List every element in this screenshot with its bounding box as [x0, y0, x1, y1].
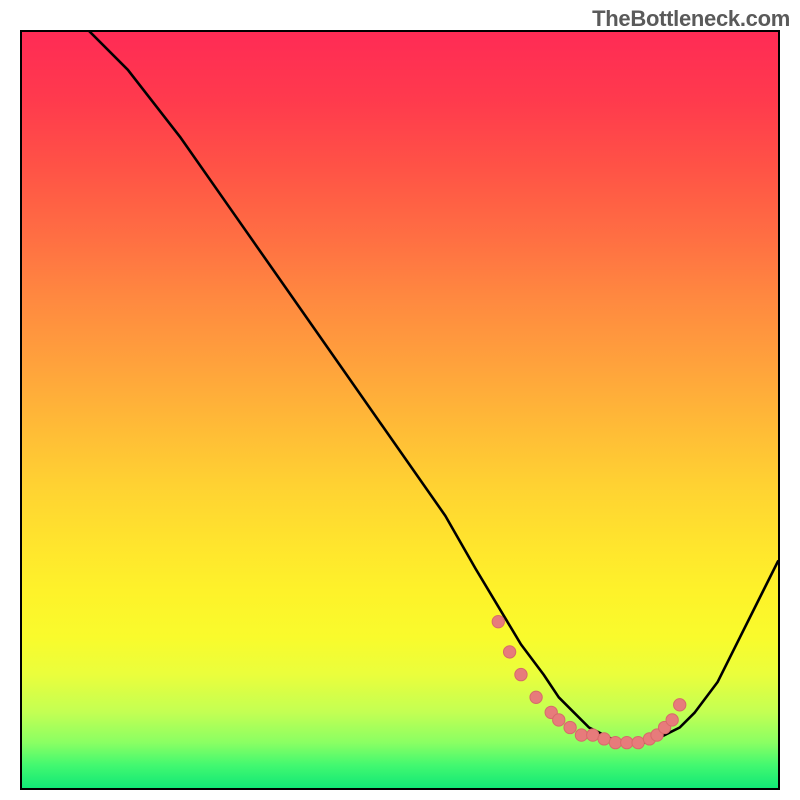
highlight-marker — [632, 736, 644, 748]
highlight-marker — [564, 721, 576, 733]
watermark-text: TheBottleneck.com — [592, 6, 790, 32]
highlight-marker — [575, 729, 587, 741]
highlight-marker — [598, 733, 610, 745]
highlight-marker — [587, 729, 599, 741]
highlight-marker — [666, 714, 678, 726]
highlight-marker — [492, 616, 504, 628]
highlight-marker — [530, 691, 542, 703]
chart-overlay — [22, 32, 778, 788]
chart-stage: TheBottleneck.com — [0, 0, 800, 800]
highlight-marker — [674, 699, 686, 711]
highlight-marker — [515, 668, 527, 680]
highlight-marker — [609, 736, 621, 748]
bottleneck-curve — [22, 32, 778, 743]
plot-area — [20, 30, 780, 790]
highlight-marker — [553, 714, 565, 726]
highlight-marker — [621, 736, 633, 748]
highlight-marker — [503, 646, 515, 658]
